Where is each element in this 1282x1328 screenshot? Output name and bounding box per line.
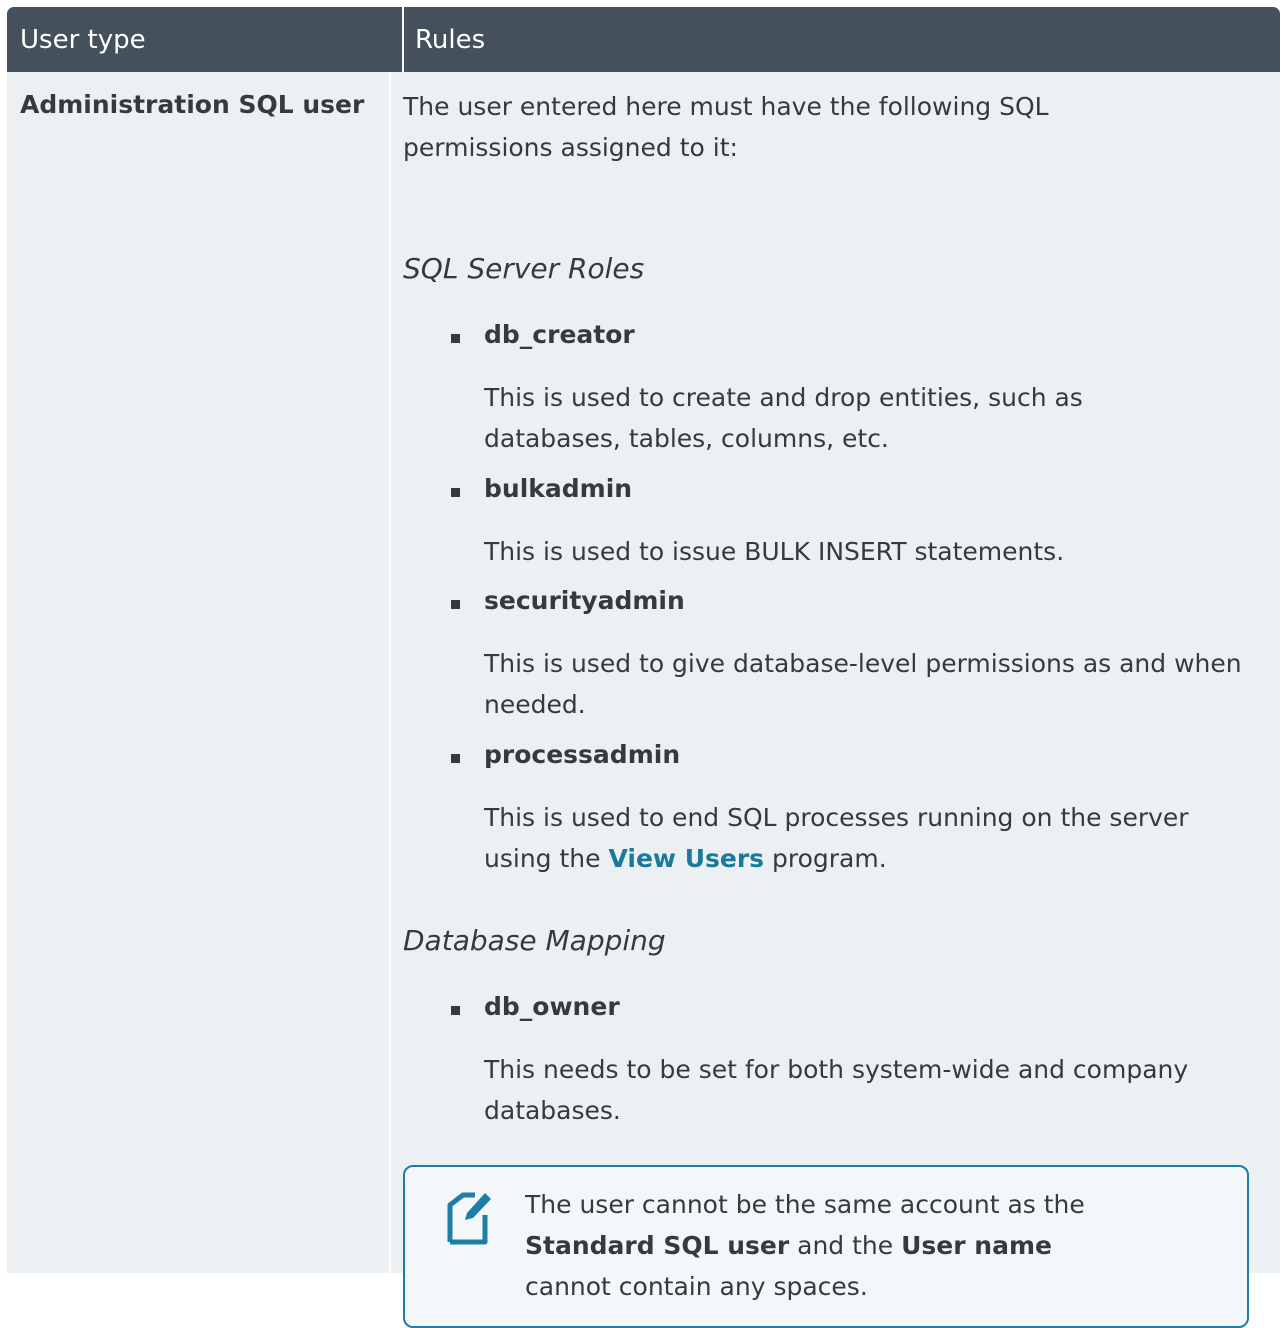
note-box: The user cannot be the same account as t… — [403, 1165, 1249, 1328]
sql-server-roles-heading: SQL Server Roles — [403, 252, 645, 285]
role-securityadmin-desc: This is used to give database-level perm… — [484, 649, 1242, 719]
bullet-icon — [451, 600, 460, 609]
header-rules: Rules — [415, 24, 486, 55]
intro-text: The user entered here must have the foll… — [403, 92, 1049, 162]
table-row: Administration SQL user The user entered… — [7, 72, 1280, 1328]
role-securityadmin: securityadmin — [484, 586, 685, 615]
view-users-link[interactable]: View Users — [608, 844, 764, 873]
note-edit-icon — [447, 1192, 491, 1245]
bullet-icon — [451, 754, 460, 763]
bullet-icon — [451, 334, 460, 343]
bullet-icon — [451, 1006, 460, 1015]
database-mapping-heading: Database Mapping — [403, 924, 666, 957]
role-db-creator: db_creator — [484, 320, 635, 349]
user-type-cell: Administration SQL user — [7, 72, 391, 1273]
rules-cell: The user entered here must have the foll… — [391, 72, 1280, 1328]
role-bulkadmin-desc: This is used to issue BULK INSERT statem… — [484, 537, 1065, 566]
mapping-db-owner: db_owner — [484, 992, 620, 1021]
table-header: User type Rules — [7, 7, 1280, 72]
header-user-type: User type — [7, 7, 404, 72]
role-db-creator-desc: This is used to create and drop entities… — [484, 383, 1083, 453]
role-bulkadmin: bulkadmin — [484, 474, 633, 503]
rules-table: User type Rules Administration SQL user … — [7, 7, 1280, 1328]
role-processadmin-desc: This is used to end SQL processes runnin… — [484, 803, 1189, 873]
mapping-db-owner-desc: This needs to be set for both system-wid… — [484, 1055, 1189, 1125]
bullet-icon — [451, 488, 460, 497]
role-processadmin: processadmin — [484, 740, 681, 769]
note-text: The user cannot be the same account as t… — [525, 1190, 1085, 1301]
